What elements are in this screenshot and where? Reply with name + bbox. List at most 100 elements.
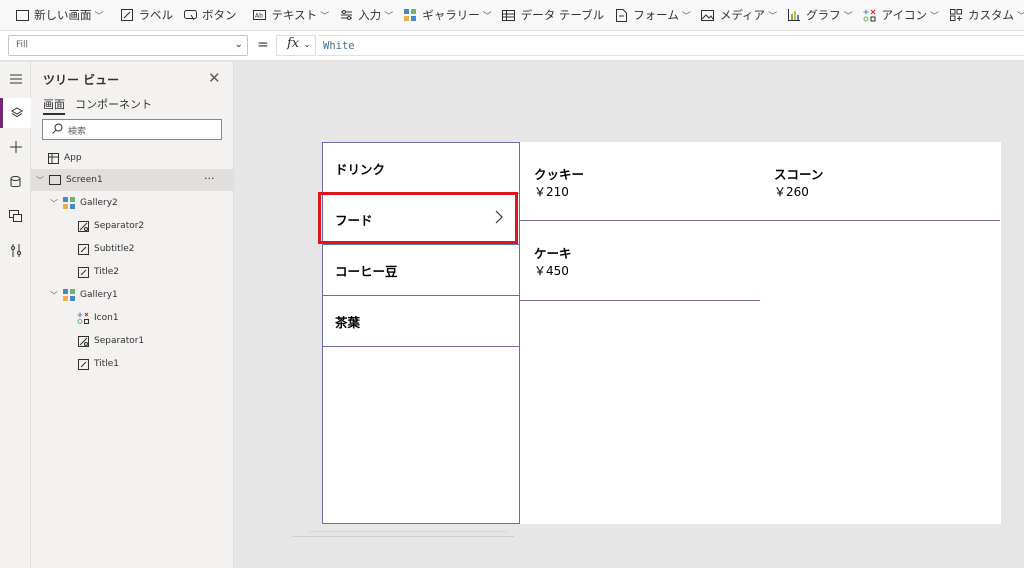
formula-input[interactable]: White <box>318 35 1024 56</box>
gallery2-item[interactable]: ケーキ ￥450 <box>520 221 760 301</box>
custom-button-label: カスタム <box>968 8 1015 22</box>
property-dropdown[interactable]: Fill ⌄ <box>8 35 248 56</box>
insert-button[interactable] <box>0 132 31 162</box>
hamburger-icon <box>9 74 22 84</box>
separator-icon <box>77 335 89 347</box>
layers-icon <box>11 107 23 118</box>
tree-node-label: Subtitle2 <box>94 244 135 254</box>
tree-node-label: Screen1 <box>66 175 103 185</box>
label-button[interactable]: ラベル <box>115 3 179 27</box>
tree-node-label: Icon1 <box>94 313 119 323</box>
title2: ケーキ <box>534 246 572 261</box>
subtitle2: ￥450 <box>534 264 569 278</box>
gallery-icon <box>403 8 417 22</box>
media-icon <box>701 8 715 22</box>
tree-node-icon1[interactable]: Icon1 <box>31 307 233 329</box>
gallery2-item[interactable]: クッキー ￥210 <box>520 142 760 221</box>
gallery1-item[interactable]: 茶葉 <box>323 296 519 347</box>
label-icon <box>120 8 134 22</box>
text-button[interactable]: Ab テキスト ﹀ <box>248 3 335 27</box>
media-library-icon <box>9 210 22 222</box>
property-value: Fill <box>16 40 29 50</box>
canvas-scrollbar[interactable] <box>292 536 514 537</box>
new-screen-label: 新しい画面 <box>34 8 92 22</box>
chevron-down-icon: ﹀ <box>768 11 778 22</box>
tree-node-label: Separator1 <box>94 336 145 346</box>
tree-node-title2[interactable]: Title2 <box>31 261 233 283</box>
icons-button-label: アイコン <box>881 8 928 22</box>
tree-node-label: Title1 <box>94 359 120 369</box>
label-icon <box>77 358 89 370</box>
chevron-down-icon: ﹀ <box>1017 9 1024 22</box>
custom-icon <box>949 8 963 22</box>
fx-button[interactable]: fx ⌄ <box>276 35 316 56</box>
hamburger-menu-button[interactable] <box>0 64 31 94</box>
chevron-down-icon: ﹀ <box>930 11 940 22</box>
custom-button[interactable]: カスタム﹀ <box>944 3 1024 27</box>
text-icon: Ab <box>253 8 267 22</box>
label-icon <box>77 266 89 278</box>
media-button[interactable]: メディア ﹀ <box>696 3 782 27</box>
title2: スコーン <box>774 167 824 182</box>
tree-node-screen1[interactable]: ﹀ Screen1 ··· <box>31 169 233 191</box>
form-button[interactable]: フォーム ﹀ <box>609 3 696 27</box>
chevron-down-icon: ﹀ <box>50 290 58 300</box>
new-screen-button[interactable]: 新しい画面 ﹀ <box>10 3 109 27</box>
gallery2-item[interactable]: スコーン ￥260 <box>760 142 1000 221</box>
chevron-down-icon: ﹀ <box>843 11 853 22</box>
data-button[interactable] <box>0 167 31 197</box>
data-table-icon <box>502 8 516 22</box>
tab-screens[interactable]: 画面 <box>43 96 65 115</box>
chevron-down-icon: ﹀ <box>482 11 492 22</box>
tree-node-gallery1[interactable]: ﹀ Gallery1 <box>31 284 233 306</box>
icons-button[interactable]: アイコン ﹀ <box>858 3 944 27</box>
search-input[interactable]: 検索 <box>42 119 222 140</box>
label-button-label: ラベル <box>138 8 174 22</box>
tree-node-separator2[interactable]: Separator2 <box>31 215 233 237</box>
icon-control-icon <box>77 312 89 324</box>
tree-node-separator1[interactable]: Separator1 <box>31 330 233 352</box>
subtitle2: ￥260 <box>774 185 809 199</box>
form-button-label: フォーム <box>633 8 679 22</box>
form-icon <box>614 8 628 22</box>
tree-node-label: Gallery1 <box>80 290 118 300</box>
tree-node-app[interactable]: App <box>31 147 233 169</box>
selection-highlight <box>318 192 518 244</box>
more-options-icon[interactable]: ··· <box>204 172 215 185</box>
label-icon <box>77 243 89 255</box>
chevron-down-icon: ﹀ <box>36 175 44 185</box>
equals-sign: = <box>257 37 269 53</box>
search-icon <box>52 123 63 137</box>
chevron-down-icon: ﹀ <box>384 11 394 22</box>
separator-icon <box>77 220 89 232</box>
advanced-tools-button[interactable] <box>0 235 31 265</box>
tree-view-button[interactable] <box>0 98 31 128</box>
fx-icon: fx <box>287 36 300 51</box>
button-icon <box>183 8 197 22</box>
tab-components[interactable]: コンポーネント <box>75 96 152 112</box>
chart-icon <box>787 8 801 22</box>
database-icon <box>10 176 21 188</box>
tools-icon <box>10 243 21 257</box>
gallery1-item[interactable]: ドリンク <box>323 143 519 194</box>
chevron-down-icon: ⌄ <box>303 40 311 50</box>
gallery-button[interactable]: ギャラリー ﹀ <box>398 3 497 27</box>
plus-icon <box>9 141 22 153</box>
data-table-button[interactable]: データ テーブル <box>497 3 609 27</box>
tree-node-label: Title2 <box>94 267 120 277</box>
tree-node-gallery2[interactable]: ﹀ Gallery2 <box>31 192 233 214</box>
gallery1-item[interactable]: コーヒー豆 <box>323 245 519 296</box>
canvas-scrollbar[interactable] <box>308 531 508 532</box>
svg-text:Ab: Ab <box>255 13 263 20</box>
formula-bar: Fill ⌄ = fx ⌄ White <box>0 31 1024 61</box>
title1: 茶葉 <box>335 315 361 330</box>
subtitle2: ￥210 <box>534 185 569 199</box>
left-rail <box>0 62 31 568</box>
tree-node-subtitle2[interactable]: Subtitle2 <box>31 238 233 260</box>
input-button[interactable]: 入力 ﹀ <box>334 3 398 27</box>
tree-node-title1[interactable]: Title1 <box>31 353 233 375</box>
button-button[interactable]: ボタン <box>178 3 242 27</box>
chart-button[interactable]: グラフ ﹀ <box>782 3 858 27</box>
close-icon[interactable]: ✕ <box>208 69 221 87</box>
media-panel-button[interactable] <box>0 201 31 231</box>
